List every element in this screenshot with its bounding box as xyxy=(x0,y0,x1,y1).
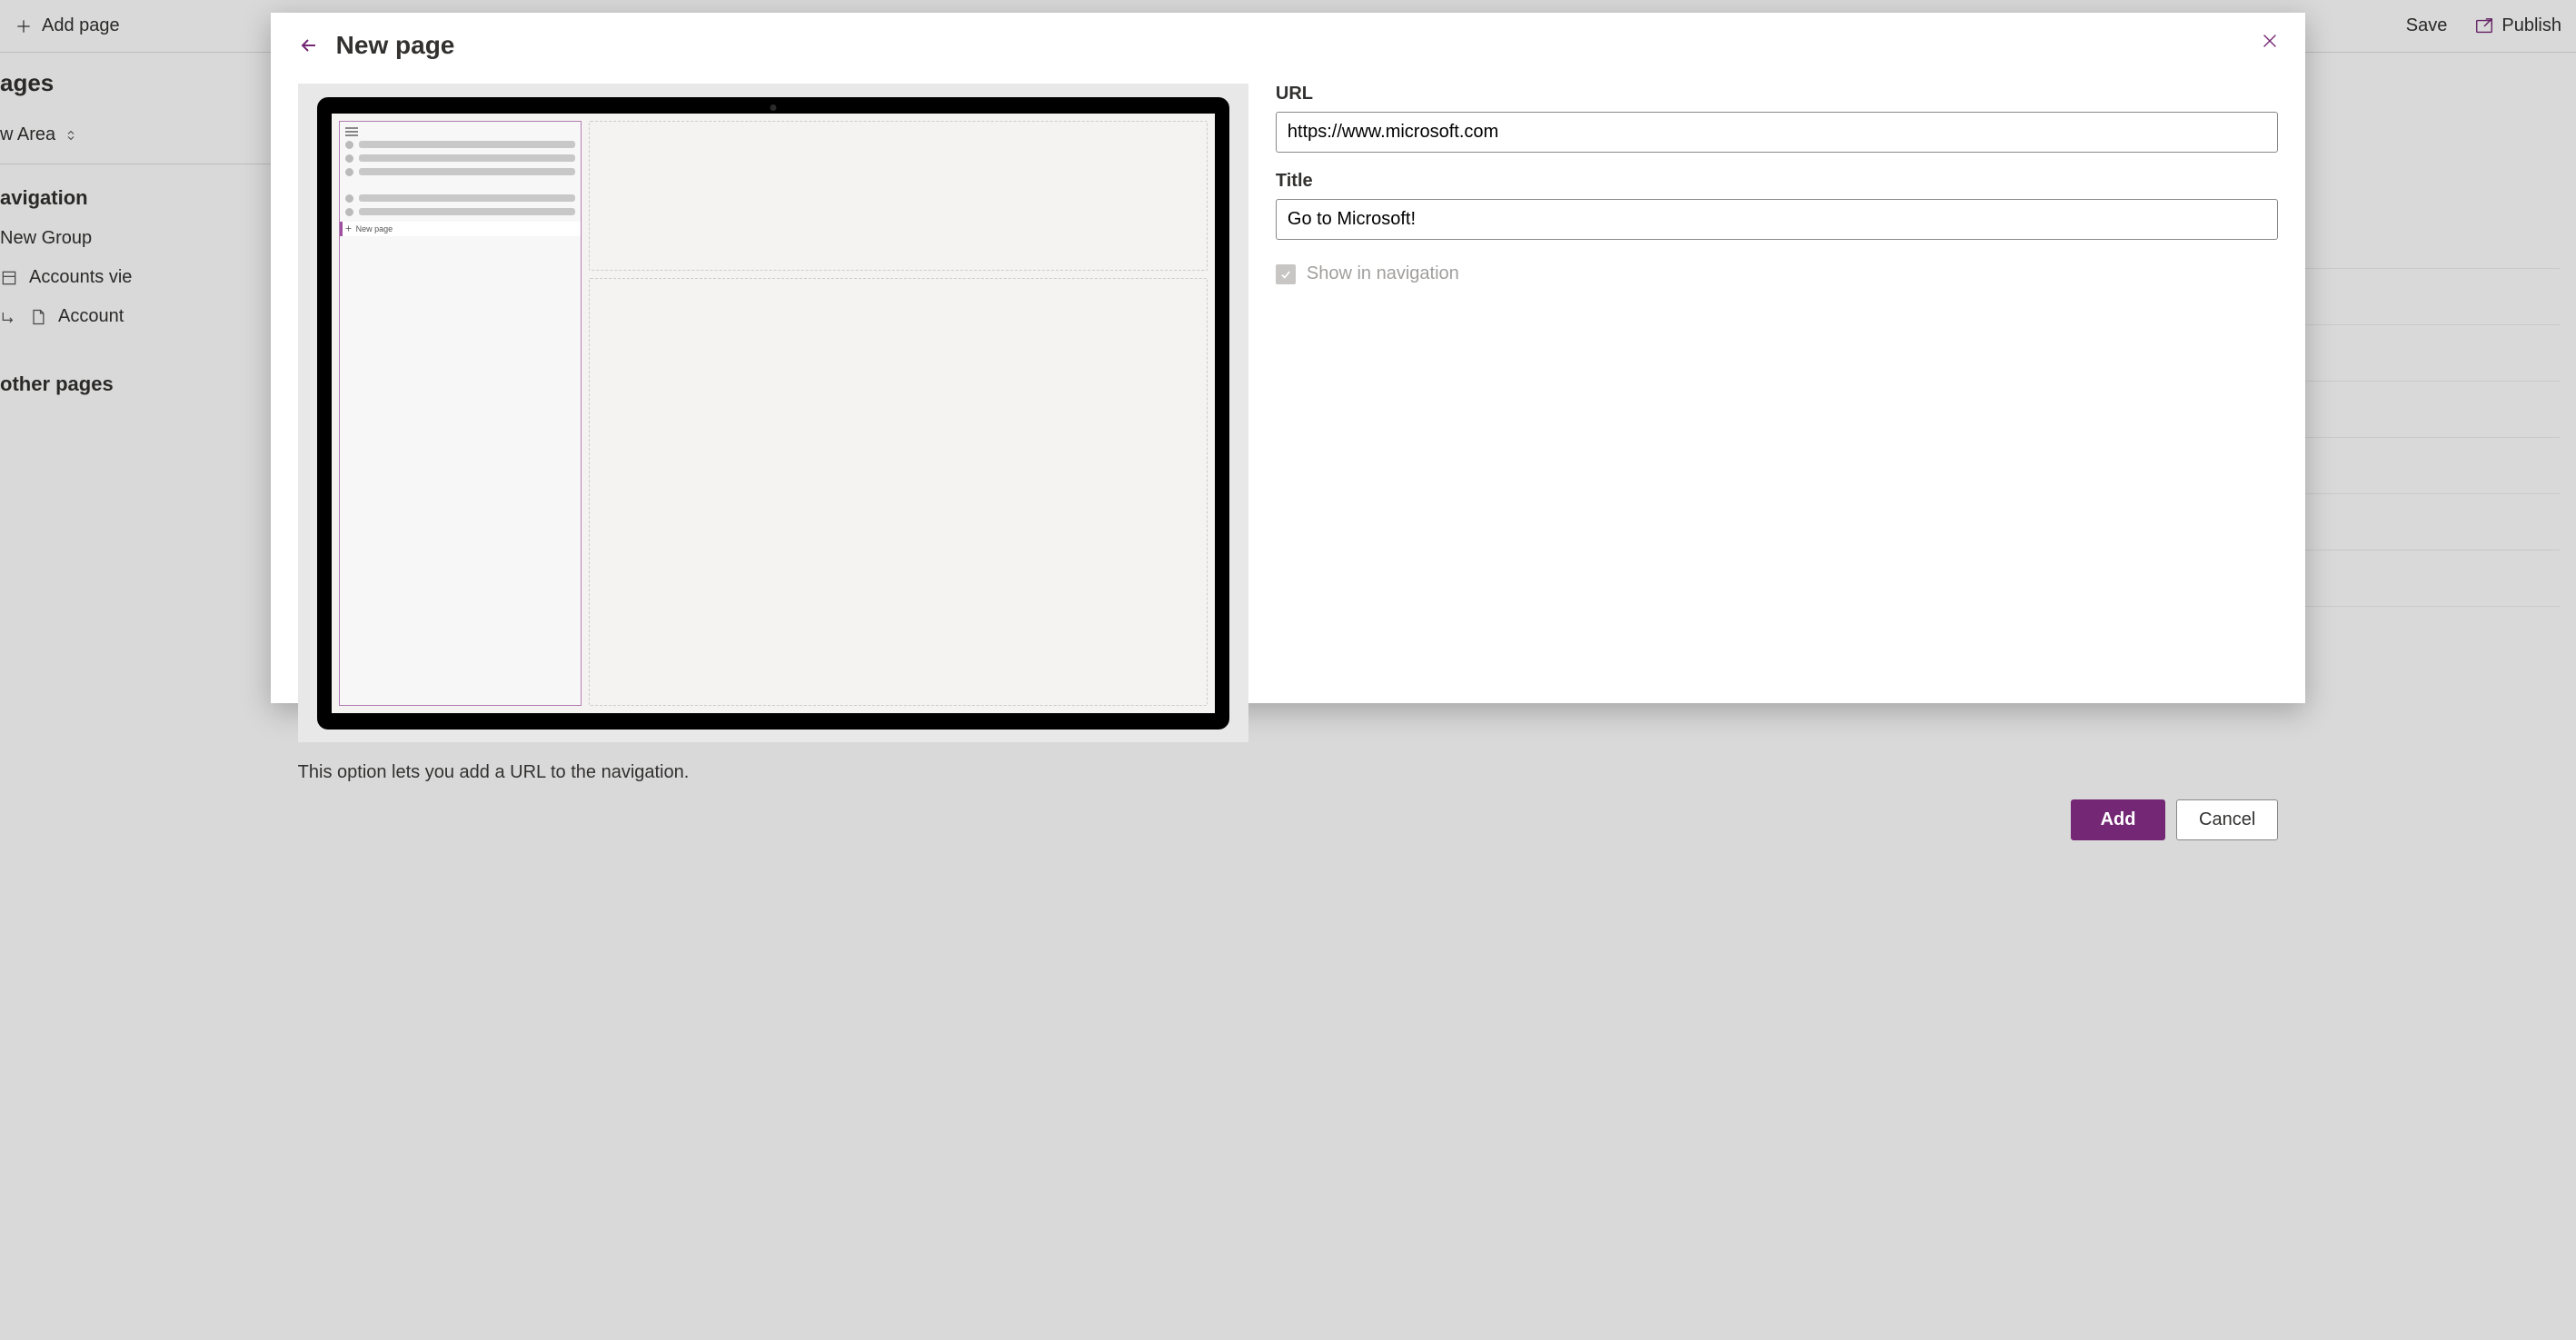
modal-header: New page xyxy=(271,13,2306,67)
tablet-nav-row xyxy=(345,141,576,149)
url-label: URL xyxy=(1276,84,2278,104)
tablet-placeholder-box xyxy=(589,278,1208,705)
tablet-nav-new-page: New page xyxy=(340,222,582,236)
new-page-modal: New page xyxy=(271,13,2306,703)
sparkle-icon xyxy=(344,224,353,233)
modal-overlay: New page xyxy=(0,0,2576,1340)
checkmark-icon xyxy=(1279,268,1292,281)
modal-preview-column: New page This option lets you add a URL … xyxy=(298,84,1248,783)
tablet-nav-row xyxy=(345,208,576,216)
back-button[interactable] xyxy=(298,35,320,56)
url-input[interactable] xyxy=(1276,112,2278,153)
tablet-mock: New page xyxy=(317,97,1229,730)
title-input[interactable] xyxy=(1276,199,2278,240)
tablet-nav-new-label: New page xyxy=(356,224,393,233)
cancel-button[interactable]: Cancel xyxy=(2176,799,2278,840)
show-in-nav-row: Show in navigation xyxy=(1276,263,2278,284)
modal-title: New page xyxy=(336,31,455,60)
tablet-nav: New page xyxy=(339,121,582,706)
tablet-main xyxy=(589,121,1208,706)
modal-form-column: URL Title Show in navigation xyxy=(1276,84,2278,783)
modal-footer: Add Cancel xyxy=(271,783,2306,862)
tablet-nav-row xyxy=(345,168,576,176)
title-field-row: Title xyxy=(1276,171,2278,240)
tablet-screen: New page xyxy=(332,114,1215,713)
tablet-placeholder-box xyxy=(589,121,1208,272)
preview-caption: This option lets you add a URL to the na… xyxy=(298,762,1248,783)
url-field-row: URL xyxy=(1276,84,2278,153)
preview-frame: New page xyxy=(298,84,1248,742)
hamburger-icon xyxy=(345,127,358,135)
add-button[interactable]: Add xyxy=(2071,799,2165,840)
modal-body: New page This option lets you add a URL … xyxy=(271,67,2306,783)
close-button[interactable] xyxy=(2260,31,2280,55)
tablet-nav-row xyxy=(345,154,576,163)
show-in-nav-checkbox[interactable] xyxy=(1276,264,1296,284)
arrow-left-icon xyxy=(298,35,320,56)
tablet-nav-row xyxy=(345,194,576,203)
title-label: Title xyxy=(1276,171,2278,192)
show-in-nav-label: Show in navigation xyxy=(1307,263,1459,284)
close-icon xyxy=(2260,31,2280,51)
